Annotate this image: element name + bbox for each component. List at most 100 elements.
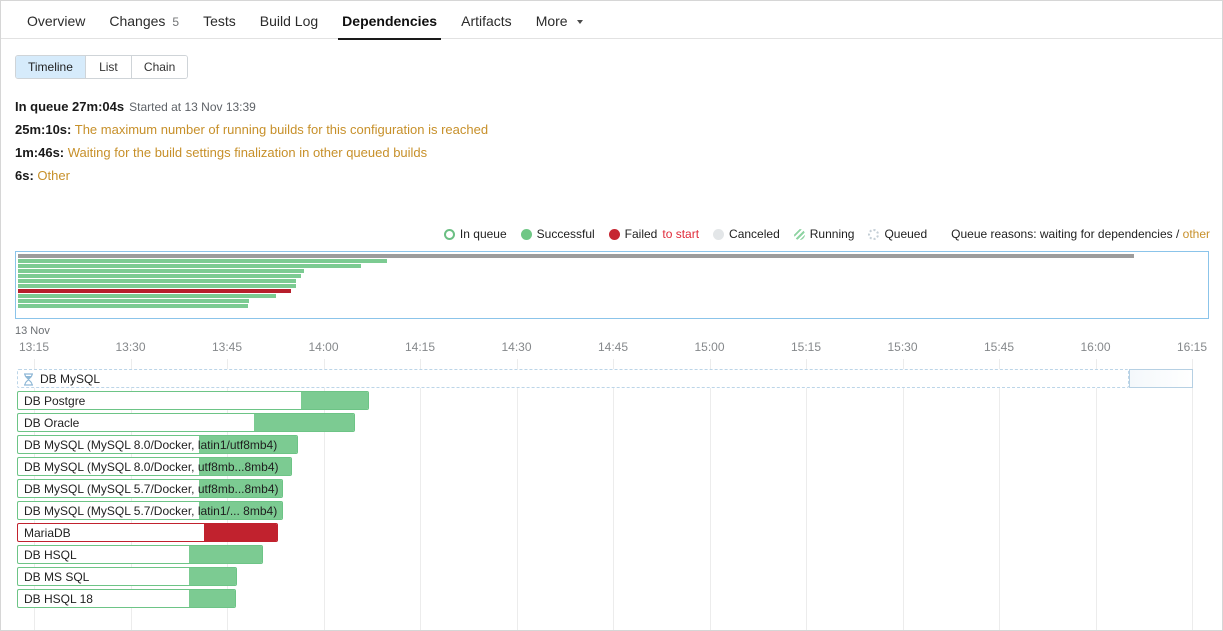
build-tabs: Overview Changes 5 Tests Build Log Dependenci…	[1, 1, 1222, 40]
build-bar[interactable]: DB MySQL (MySQL 5.7/Docker, latin1/... 8…	[17, 501, 283, 520]
timeline-row-label: DB MySQL (MySQL 5.7/Docker, latin1/... 8…	[24, 504, 278, 518]
queue-started-at: Started at 13 Nov 13:39	[129, 100, 256, 114]
timeline-row-label: DB Oracle	[24, 416, 80, 430]
tab-label: Artifacts	[461, 13, 512, 29]
queue-reason-duration: 6s:	[15, 168, 34, 183]
overview-bar	[18, 269, 304, 273]
build-bar-fill	[204, 524, 277, 541]
chevron-down-icon	[576, 20, 583, 24]
legend-label: In queue	[459, 227, 507, 241]
overview-bar	[18, 299, 249, 303]
successful-dot-icon	[520, 228, 532, 240]
build-bar[interactable]: DB MySQL (MySQL 5.7/Docker, utf8mb...8mb…	[17, 479, 283, 498]
build-bar[interactable]: DB Postgre	[17, 391, 369, 410]
queue-total-line: In queue 27m:04s Started at 13 Nov 13:39	[15, 97, 488, 117]
axis-tick-label: 15:30	[887, 340, 918, 354]
axis-day-label: 13 Nov	[15, 325, 50, 337]
axis-tick-label: 13:15	[18, 340, 50, 354]
build-bar[interactable]: DB MS SQL	[17, 567, 237, 586]
queue-total-duration: In queue 27m:04s	[15, 99, 125, 114]
build-bar[interactable]: DB HSQL	[17, 545, 263, 564]
legend-queue-reasons: Queue reasons: waiting for dependencies …	[951, 227, 1210, 241]
axis-tick-label: 14:30	[501, 340, 532, 354]
overview-bar	[18, 259, 387, 263]
queue-reason-row: 1m:46s: Waiting for the build settings f…	[15, 143, 488, 163]
timeline-row[interactable]: DB MS SQL	[1, 567, 1222, 586]
view-mode-chain[interactable]: Chain	[131, 56, 188, 78]
legend-item-in-queue: In queue	[443, 227, 507, 241]
timeline-row-label: DB HSQL 18	[24, 592, 93, 606]
tab-changes[interactable]: Changes 5	[97, 1, 191, 40]
queue-reason-duration: 25m:10s:	[15, 122, 72, 137]
build-bar-fill	[189, 546, 262, 563]
tab-overview[interactable]: Overview	[15, 1, 97, 40]
timeline-row[interactable]: DB MySQL (MySQL 8.0/Docker, latin1/utf8m…	[1, 435, 1222, 454]
build-bar-fill	[301, 392, 368, 409]
tab-more[interactable]: More	[524, 1, 595, 40]
legend-queue-reasons-separator: /	[1175, 227, 1183, 241]
overview-bar	[18, 274, 301, 278]
tab-label: Build Log	[259, 13, 319, 29]
legend-label: Running	[809, 227, 855, 241]
axis-tick-label: 13:30	[115, 340, 146, 354]
queue-summary: In queue 27m:04s Started at 13 Nov 13:39 …	[15, 97, 488, 189]
legend-queue-reasons-other-link[interactable]: other	[1183, 227, 1210, 241]
queue-reason-text[interactable]: Other	[34, 168, 70, 183]
timeline-row[interactable]: DB MySQL	[1, 369, 1222, 388]
overview-bar	[18, 279, 296, 283]
queued-segment[interactable]	[1129, 369, 1193, 388]
timeline-row[interactable]: DB Oracle	[1, 413, 1222, 432]
timeline-row[interactable]: DB MySQL (MySQL 8.0/Docker, utf8mb...8mb…	[1, 457, 1222, 476]
axis-tick-label: 13:45	[211, 340, 243, 354]
queue-reason-row: 6s: Other	[15, 166, 488, 186]
view-mode-list[interactable]: List	[85, 56, 132, 78]
timeline-row-label: DB MySQL (MySQL 5.7/Docker, utf8mb...8mb…	[24, 482, 279, 496]
overview-bar	[18, 284, 296, 288]
legend-item-failed: Failed to start	[608, 227, 700, 241]
timeline-row[interactable]: DB MySQL (MySQL 5.7/Docker, utf8mb...8mb…	[1, 479, 1222, 498]
queue-reason-text[interactable]: The maximum number of running builds for…	[71, 122, 488, 137]
legend-item-canceled: Canceled	[713, 227, 780, 241]
build-bar[interactable]: DB Oracle	[17, 413, 355, 432]
timeline-row[interactable]: DB HSQL 18	[1, 589, 1222, 608]
tab-label: Changes	[109, 13, 166, 29]
in-queue-segment[interactable]: DB MySQL	[17, 369, 1129, 388]
timeline-row-label: DB MySQL	[40, 372, 101, 386]
tab-build-log[interactable]: Build Log	[248, 1, 330, 40]
build-bar[interactable]: DB HSQL 18	[17, 589, 236, 608]
in-queue-circle-icon	[443, 228, 455, 240]
build-bar-fill	[189, 568, 236, 585]
tab-dependencies[interactable]: Dependencies	[330, 1, 449, 40]
queued-dotted-icon	[868, 228, 880, 240]
build-bar[interactable]: DB MySQL (MySQL 8.0/Docker, utf8mb...8mb…	[17, 457, 292, 476]
tab-artifacts[interactable]: Artifacts	[449, 1, 524, 40]
axis-tick-label: 14:15	[404, 340, 436, 354]
build-bar[interactable]: MariaDB	[17, 523, 278, 542]
timeline-row[interactable]: DB Postgre	[1, 391, 1222, 410]
build-dependencies-page: Overview Changes 5 Tests Build Log Dependenci…	[0, 0, 1223, 631]
timeline-row-label: DB MySQL (MySQL 8.0/Docker, latin1/utf8m…	[24, 438, 278, 452]
view-mode-timeline[interactable]: Timeline	[16, 56, 86, 78]
legend-label-secondary: to start	[662, 227, 700, 241]
queue-reason-text[interactable]: Waiting for the build settings finalizat…	[64, 145, 427, 160]
timeline-row[interactable]: DB MySQL (MySQL 5.7/Docker, latin1/... 8…	[1, 501, 1222, 520]
legend-item-successful: Successful	[520, 227, 595, 241]
tab-count-badge: 5	[172, 15, 180, 29]
timeline-row-label: DB MS SQL	[24, 570, 90, 584]
queue-reason-duration: 1m:46s:	[15, 145, 65, 160]
legend-item-running: Running	[793, 227, 855, 241]
tab-tests[interactable]: Tests	[191, 1, 248, 40]
overview-bar	[18, 254, 1134, 258]
view-mode-switcher: Timeline List Chain	[15, 55, 189, 79]
timeline-row[interactable]: DB HSQL	[1, 545, 1222, 564]
legend-label: Queued	[884, 227, 928, 241]
tab-label: Overview	[27, 13, 86, 29]
legend-label: Canceled	[729, 227, 780, 241]
time-axis: 13 Nov 13:15 13:30 13:45 14:00 14:15 14:30 14:…	[1, 323, 1222, 359]
timeline-overview-strip[interactable]	[15, 251, 1209, 319]
axis-tick-label: 15:15	[790, 340, 822, 354]
timeline-row[interactable]: MariaDB	[1, 523, 1222, 542]
build-bar[interactable]: DB MySQL (MySQL 8.0/Docker, latin1/utf8m…	[17, 435, 298, 454]
timeline-row-label: DB HSQL	[24, 548, 77, 562]
overview-bar	[18, 289, 291, 293]
